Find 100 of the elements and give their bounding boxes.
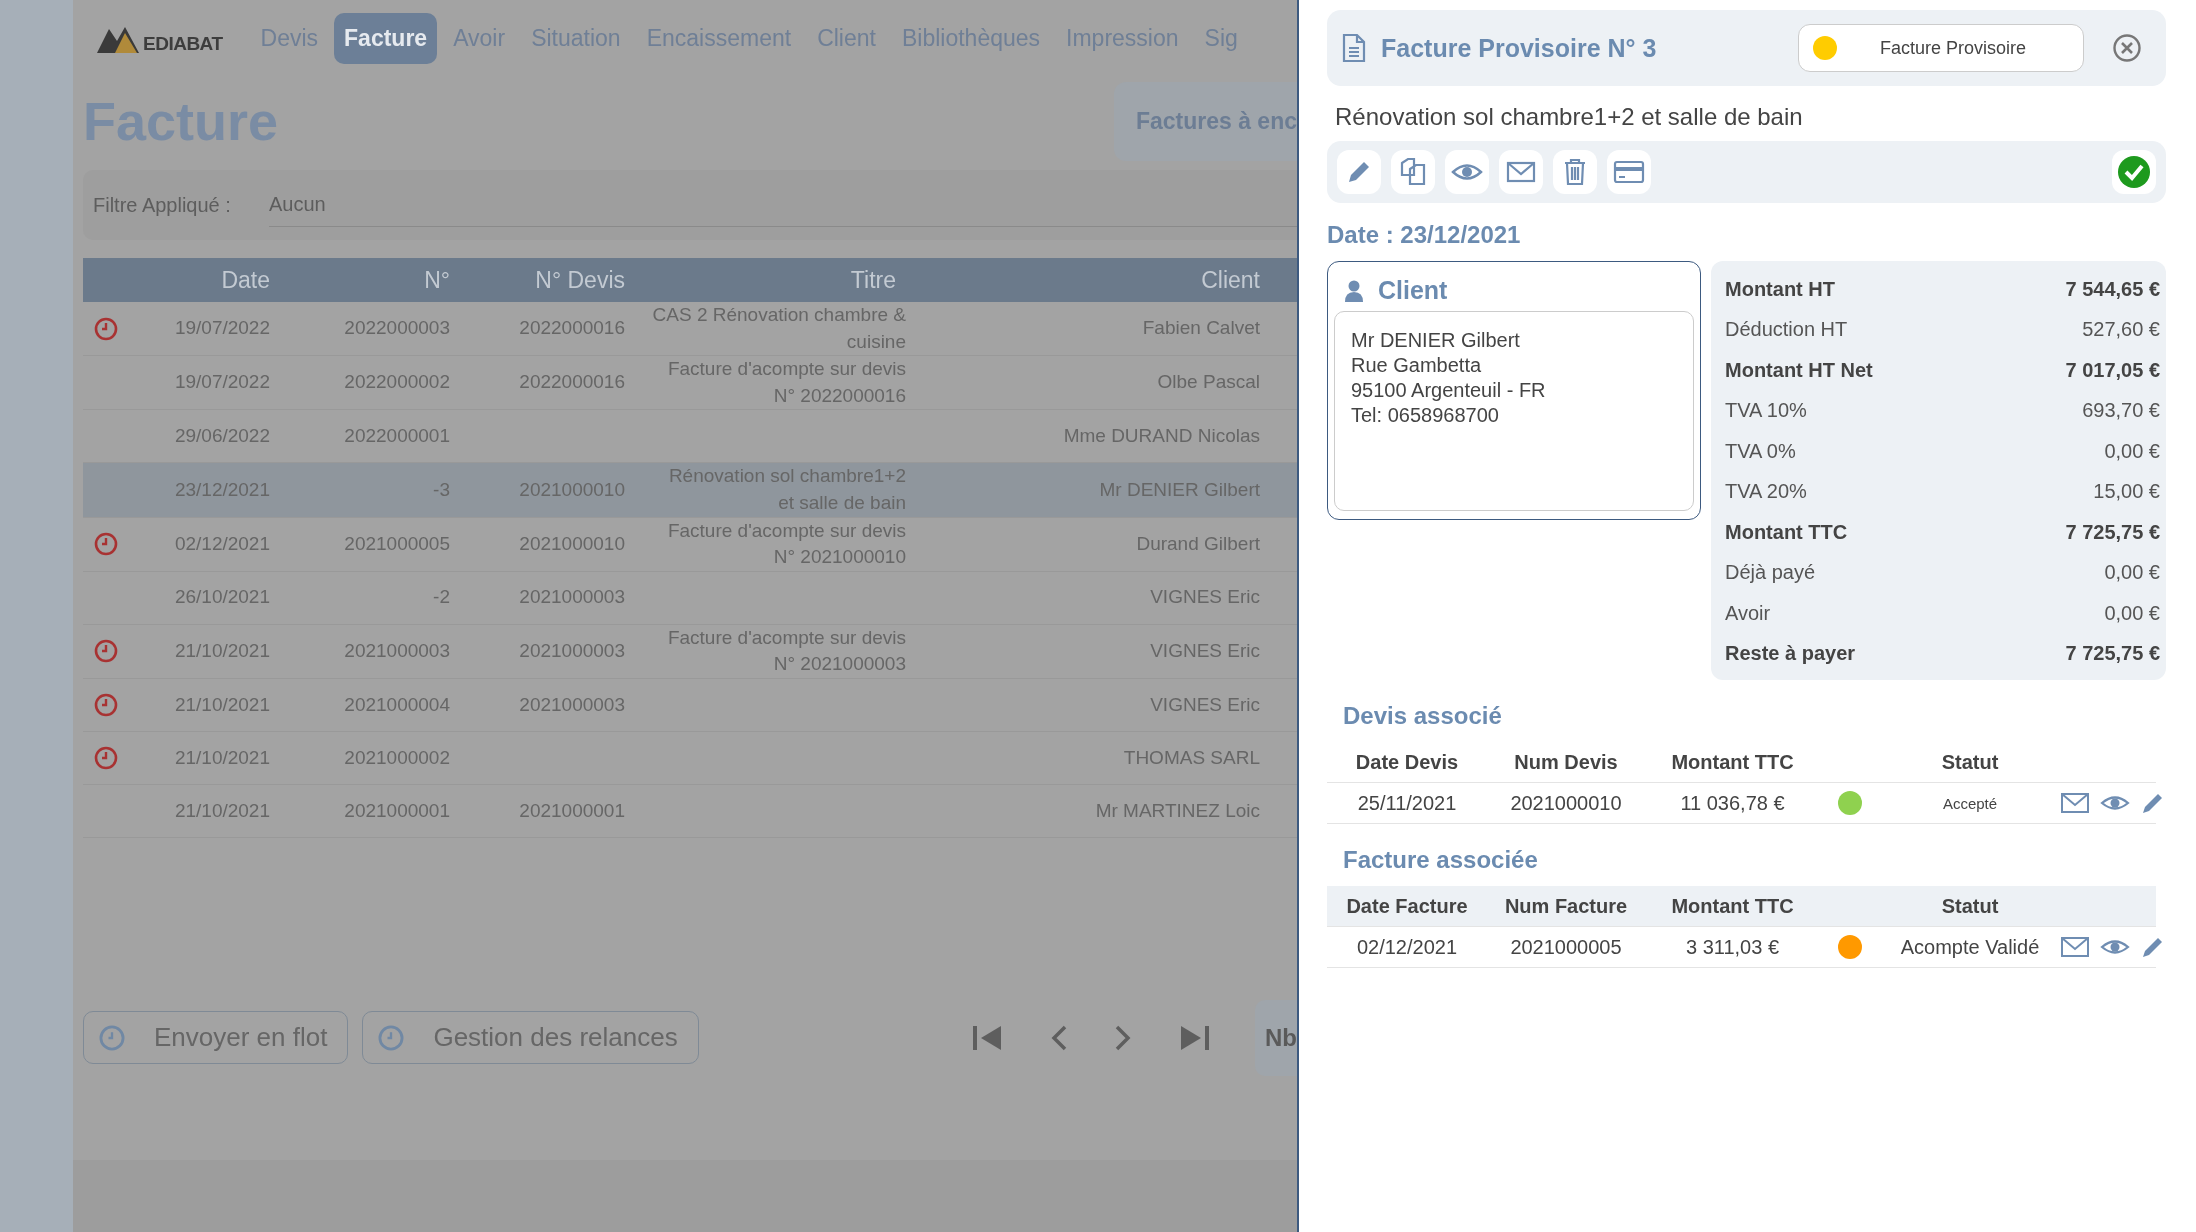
column-header[interactable]: Client (906, 266, 1297, 294)
table-cell-text: 2022000003 (343, 316, 451, 341)
table-cell-text: THOMAS SARL (1122, 745, 1261, 770)
logo-text: EDIABAT (143, 33, 223, 55)
table-cell-text: 2022000002 (343, 370, 451, 395)
table-cell-text: VIGNES Eric (1149, 585, 1261, 610)
total-value: 527,60 € (2082, 318, 2160, 342)
invoice-row[interactable]: 21/10/2021 2021000002 THOMAS SARL (83, 731, 1297, 785)
invoice-row[interactable]: 19/07/2022 2022000002 2022000016 Facture d'acompte sur devis N° 2022000016 Olbe Pascal (83, 356, 1297, 411)
close-icon[interactable] (2112, 33, 2142, 63)
invoice-row[interactable]: 02/12/2021 2021000005 2021000010 Facture d'acompte sur devis N° 2021000010 Durand Gilbert (83, 517, 1297, 572)
table-cell: 2021000010 (519, 532, 625, 554)
table-cell-text: 2021000005 (343, 531, 451, 556)
table-cell-text: 21/10/2021 (173, 639, 271, 664)
table-cell: 2022000016 (519, 317, 625, 339)
status-pill[interactable]: Facture Provisoire (1798, 24, 2084, 72)
table-cell-text: 21/10/2021 (173, 745, 271, 770)
table-cell: 2021000003 (519, 693, 625, 715)
invoice-row[interactable]: 26/10/2021 -2 2021000003 VIGNES Eric (83, 571, 1297, 625)
edit-button[interactable] (1337, 150, 1381, 194)
total-label: Reste à payer (1725, 642, 1856, 666)
total-label: Montant TTC (1725, 520, 1848, 544)
table-cell-text: Mr MARTINEZ Loic (1094, 798, 1261, 823)
email-button[interactable] (1499, 150, 1543, 194)
column-header[interactable]: N° Devis (460, 266, 635, 294)
table-cell-text: 11 036,78 € (1679, 791, 1786, 815)
column-header: Statut (1940, 894, 2000, 918)
table-cell-text: 2021000010 (1509, 791, 1623, 815)
section-title: Facture associée (1342, 846, 1539, 875)
filter-label: Filtre Appliqué : (93, 193, 232, 217)
copy-icon (1398, 157, 1428, 187)
table-cell-text: -2 (432, 585, 451, 610)
clock-icon (377, 1023, 406, 1052)
table-cell-text: 21/10/2021 (173, 692, 271, 717)
table-cell-text: Facture d'acompte sur devis N° 2022000016 (666, 357, 906, 408)
invoice-row[interactable]: 21/10/2021 2021000001 2021000001 Mr MARTINEZ Loic (83, 784, 1297, 838)
table-cell-text: Mme DURAND Nicolas (1062, 424, 1261, 449)
column-header: Statut (1940, 750, 2000, 774)
total-label: TVA 10% (1725, 399, 1807, 423)
total-label: TVA 0% (1725, 439, 1796, 463)
drawer-title: Facture Provisoire N° 3 (1381, 33, 1658, 63)
column-header: Num Facture (1503, 894, 1629, 918)
table-cell-text: 19/07/2022 (173, 370, 271, 395)
total-value: 0,00 € (2104, 439, 2160, 463)
address-line: Mr DENIER Gilbert (1351, 328, 1521, 353)
delete-button[interactable] (1553, 150, 1597, 194)
action-button[interactable]: Gestion des relances (362, 1011, 699, 1065)
column-header[interactable]: Titre (635, 266, 906, 294)
total-value: 7 725,75 € (2065, 642, 2160, 666)
total-label: TVA 20% (1725, 480, 1807, 504)
status-text: Accepté (1941, 794, 1999, 812)
table-cell-text: 26/10/2021 (173, 585, 271, 610)
address-line: Tel: 0658968700 (1351, 403, 1500, 428)
filter-field[interactable]: Aucun (269, 183, 1297, 227)
check-circle-icon (2117, 155, 2151, 189)
total-label: Déjà payé (1725, 561, 1816, 585)
column-header: Date Devis (1354, 750, 1460, 774)
table-cell-text: 2021000001 (343, 798, 451, 823)
table-cell-text: Olbe Pascal (1156, 370, 1261, 395)
user-icon (1344, 279, 1364, 302)
total-label: Montant HT (1725, 277, 1835, 301)
invoice-row[interactable]: 21/10/2021 2021000003 2021000003 Facture d'acompte sur devis N° 2021000003 VIGNES Eric (83, 624, 1297, 679)
email-icon[interactable] (2060, 935, 2090, 959)
table-cell-text: Facture d'acompte sur devis N° 2021000010 (666, 518, 906, 570)
table-cell-text: 2022000001 (343, 424, 451, 449)
payment-button[interactable] (1607, 150, 1651, 194)
duplicate-button[interactable] (1391, 150, 1435, 194)
total-value: 15,00 € (2093, 480, 2160, 504)
table-cell: 2021000001 (519, 799, 625, 821)
table-cell: 2021000003 (519, 640, 625, 662)
client-heading: Client (1378, 276, 1448, 305)
table-cell-text: 02/12/2021 (173, 531, 271, 556)
table-cell: 2022000016 (519, 371, 625, 393)
table-cell-text: 2021000002 (343, 745, 451, 770)
column-header: Montant TTC (1670, 750, 1795, 774)
column-header[interactable]: N° (280, 266, 460, 294)
table-cell-text: 21/10/2021 (173, 798, 271, 823)
table-cell-text: 02/12/2021 (1355, 935, 1459, 959)
action-button[interactable]: Envoyer en flot (83, 1011, 349, 1065)
table-cell-text: 25/11/2021 (1356, 791, 1458, 815)
invoice-subtitle: Rénovation sol chambre1+2 et salle de bain (1334, 102, 1804, 132)
email-icon[interactable] (2060, 791, 2090, 815)
column-header: Num Devis (1513, 750, 1619, 774)
page-size-label: Nb (1255, 999, 1297, 1076)
table-cell-text: 29/06/2022 (173, 424, 271, 449)
table-cell-text: 2021000003 (343, 639, 451, 664)
column-header: Date Facture (1345, 894, 1469, 918)
nav-tab[interactable]: Facture (334, 12, 438, 64)
status-text: Acompte Validé (1899, 935, 2041, 959)
total-value: 0,00 € (2104, 561, 2160, 585)
total-value: 7 725,75 € (2065, 520, 2160, 544)
address-line: Rue Gambetta (1351, 353, 1483, 378)
total-label: Montant HT Net (1725, 358, 1873, 382)
invoice-row[interactable]: 19/07/2022 2022000003 2022000016 CAS 2 Rénovation chambre & cuisine Fabien Calvet (83, 302, 1297, 357)
table-cell-text: 3 311,03 € (1684, 935, 1780, 959)
invoice-row[interactable]: 21/10/2021 2021000004 2021000003 VIGNES Eric (83, 678, 1297, 732)
total-label: Déduction HT (1725, 318, 1848, 342)
column-header: Montant TTC (1670, 894, 1795, 918)
column-header[interactable]: Date (128, 266, 280, 294)
view-button[interactable] (1445, 150, 1489, 194)
